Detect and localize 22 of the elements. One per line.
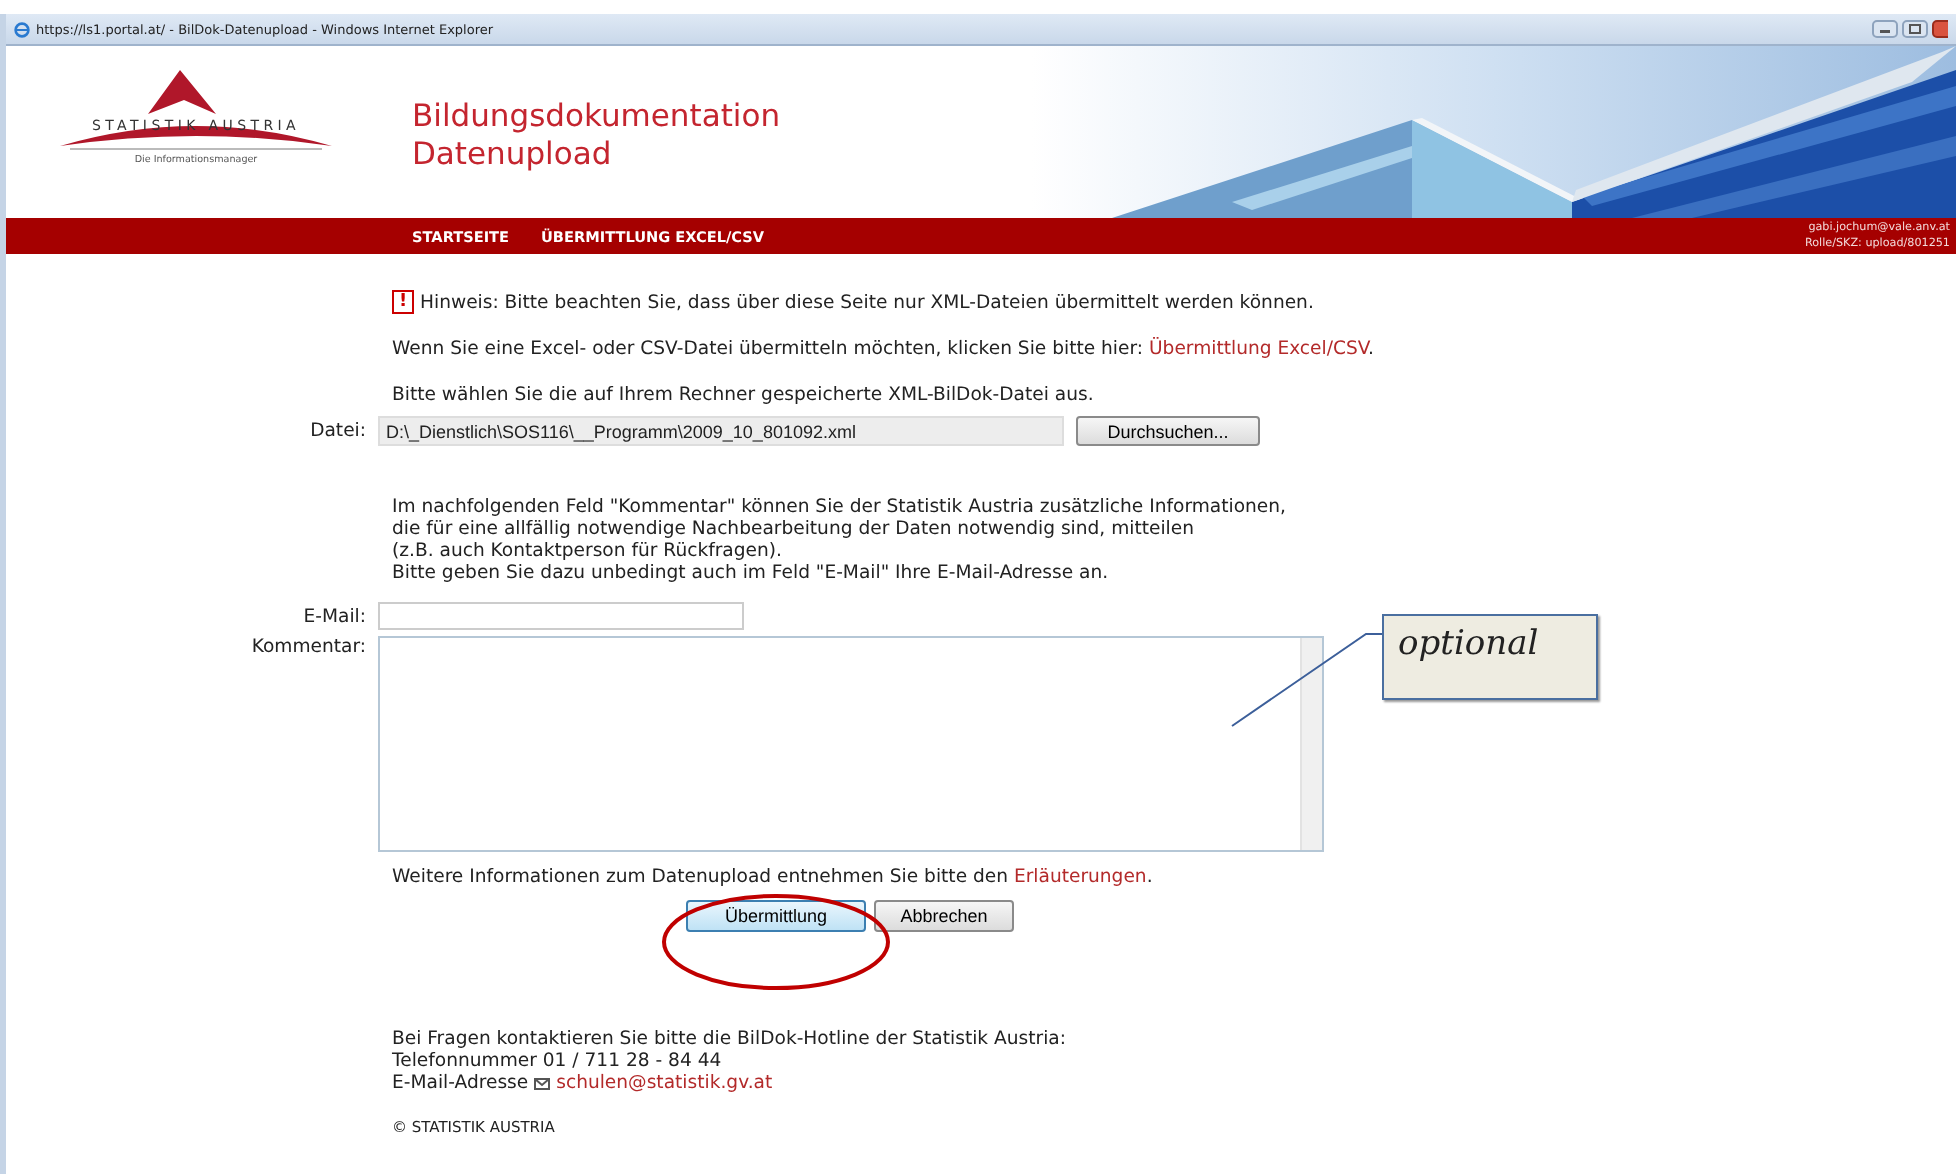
warning-icon: ! bbox=[392, 290, 414, 314]
annotation-callout: optional bbox=[1382, 614, 1598, 700]
form-button[interactable]: Übermittlung bbox=[686, 900, 866, 932]
contact-text: E-Mail-Adresse bbox=[392, 1072, 529, 1094]
comment-info-text: Im nachfolgenden Feld "Kommentar" können Sie der Statistik Austria zusätzliche Informationen, die für eine allfällig notwendige Nachbearbeitung der Daten notwendig sind, mitteilen (z.B. auch Kontaktperson für Rückfragen). Bitte geben Sie dazu unbedingt auch im Feld "E-Mail" Ihre E-Mail-Adresse an. bbox=[390, 496, 1288, 584]
more-info-text: Weitere Informationen zum Datenupload entnehmen Sie bitte den Erläuterungen. bbox=[390, 866, 1155, 888]
email-link[interactable]: schulen@statistik.gv.at bbox=[556, 1072, 773, 1094]
contact-text: Bei Fragen kontaktieren Sie bitte die BilDok-Hotline der Statistik Austria: bbox=[392, 1028, 1068, 1050]
page-title: Datenupload bbox=[412, 136, 614, 174]
browse-button[interactable]: Durchsuchen... bbox=[1076, 416, 1260, 446]
email-label: E-Mail: bbox=[303, 605, 366, 627]
file-label: Datei: bbox=[310, 420, 366, 442]
contact-text: Telefonnummer 01 / 711 28 - 84 44 bbox=[392, 1050, 724, 1072]
notice-text: Hinweis: Bitte beachten Sie, dass über diese Seite nur XML-Dateien übermittelt werden können. bbox=[420, 291, 1314, 313]
form-button[interactable]: Abbrechen bbox=[874, 900, 1014, 932]
file-path-field[interactable]: D:\_Dienstlich\SOS116\__Programm\2009_10_801092.xml bbox=[378, 416, 1064, 446]
excel-csv-link[interactable]: Übermittlung Excel/CSV bbox=[1148, 338, 1369, 360]
page-title: Bildungsdokumentation bbox=[412, 98, 783, 136]
excel-hint-text: Wenn Sie eine Excel- oder CSV-Datei übermitteln möchten, klicken Sie bitte hier: Übermittlung Excel/CSV. bbox=[390, 338, 1377, 360]
comment-label: Kommentar: bbox=[251, 636, 366, 658]
instruction-text: Bitte wählen Sie die auf Ihrem Rechner gespeicherte XML-BilDok-Datei aus. bbox=[390, 384, 1096, 406]
explanations-link[interactable]: Erläuterungen bbox=[1013, 866, 1147, 888]
